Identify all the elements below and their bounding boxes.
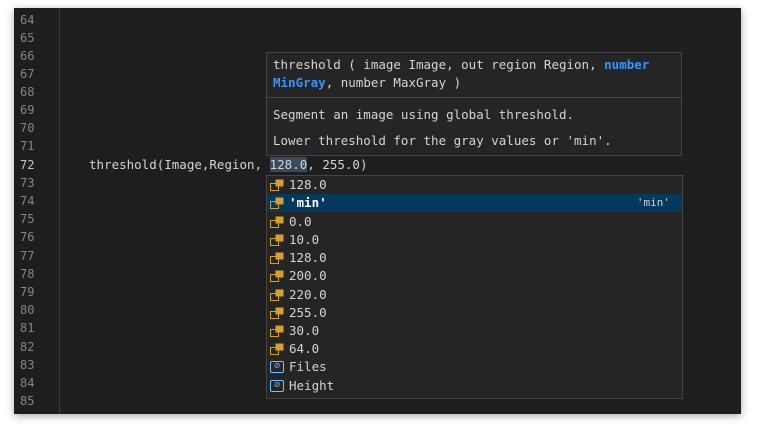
suggestion-label: 220.0 — [289, 287, 327, 302]
line-number: 85 — [20, 394, 35, 408]
line-number: 70 — [20, 121, 35, 135]
line-number: 68 — [20, 85, 35, 99]
line-number: 65 — [20, 31, 35, 45]
value-icon — [270, 179, 284, 191]
suggestion-label: 'min' — [289, 195, 327, 210]
value-icon — [270, 270, 284, 282]
value-icon — [270, 289, 284, 301]
line-number: 80 — [20, 303, 35, 317]
suggestion-item-selected[interactable]: 'min' 'min' — [267, 194, 682, 212]
code-editor[interactable]: 64 65 66 67 68 69 70 71 72 73 74 75 76 7… — [14, 8, 741, 414]
value-icon — [270, 343, 284, 355]
popup-divider — [267, 97, 681, 98]
variable-icon: ⊘ — [270, 380, 284, 392]
suggestion-label: 255.0 — [289, 305, 327, 320]
variable-icon: ⊘ — [270, 361, 284, 373]
suggestion-item[interactable]: 0.0 — [267, 213, 682, 231]
suggestion-item[interactable]: 64.0 — [267, 340, 682, 358]
line-number: 82 — [20, 340, 35, 354]
suggestion-label: 10.0 — [289, 232, 320, 247]
signature-help-popup: threshold ( image Image, out region Regi… — [266, 52, 682, 156]
doc-description: Segment an image using global threshold. — [273, 107, 575, 122]
value-icon — [270, 252, 284, 264]
line-number-gutter: 64 65 66 67 68 69 70 71 72 73 74 75 76 7… — [14, 8, 58, 414]
code-line-72[interactable]: threshold(Image,Region, 128.0, 255.0) — [89, 156, 367, 174]
suggestion-label: 128.0 — [289, 177, 327, 192]
line-number: 67 — [20, 67, 35, 81]
line-number: 77 — [20, 249, 35, 263]
line-number: 76 — [20, 230, 35, 244]
value-icon — [270, 234, 284, 246]
signature-suffix: , number MaxGray ) — [325, 75, 462, 90]
line-number: 73 — [20, 176, 35, 190]
signature: threshold ( image Image, out region Regi… — [273, 56, 673, 92]
suggestion-item[interactable]: 10.0 — [267, 231, 682, 249]
value-icon — [270, 197, 284, 209]
suggestion-label: Height — [289, 378, 335, 393]
line-number: 71 — [20, 139, 35, 153]
suggestion-label: 30.0 — [289, 323, 320, 338]
line-number: 81 — [20, 321, 35, 335]
value-icon — [270, 325, 284, 337]
line-number: 69 — [20, 103, 35, 117]
line-number: 66 — [20, 49, 35, 63]
gutter-divider — [59, 8, 60, 414]
suggestion-item[interactable]: 200.0 — [267, 267, 682, 285]
suggestion-item[interactable]: 220.0 — [267, 286, 682, 304]
doc-parameter-description: Lower threshold for the gray values or '… — [273, 133, 612, 148]
line-number: 64 — [20, 13, 35, 27]
code-text-before: threshold(Image,Region, — [89, 157, 270, 172]
value-icon — [270, 216, 284, 228]
selected-argument[interactable]: 128.0 — [269, 157, 308, 172]
line-number: 83 — [20, 358, 35, 372]
suggestion-item[interactable]: 30.0 — [267, 322, 682, 340]
line-number: 78 — [20, 267, 35, 281]
line-number: 84 — [20, 376, 35, 390]
suggestion-item[interactable]: 255.0 — [267, 304, 682, 322]
current-line-number: 72 — [20, 158, 35, 172]
value-icon — [270, 307, 284, 319]
suggestion-item[interactable]: 128.0 — [267, 176, 682, 194]
line-number: 74 — [20, 194, 35, 208]
suggestion-item[interactable]: ⊘ Height — [267, 377, 682, 395]
suggestion-list[interactable]: 128.0 'min' 'min' 0.0 10.0 128.0 200.0 2… — [266, 175, 683, 399]
suggestion-item[interactable]: 128.0 — [267, 249, 682, 267]
suggestion-label: 128.0 — [289, 250, 327, 265]
suggestion-label: 64.0 — [289, 341, 320, 356]
suggestion-label: 200.0 — [289, 268, 327, 283]
suggestion-label: Files — [289, 359, 327, 374]
suggestion-item[interactable]: ⊘ Files — [267, 358, 682, 376]
suggestion-label: 0.0 — [289, 214, 312, 229]
line-number: 79 — [20, 285, 35, 299]
code-text-after: , 255.0) — [307, 157, 368, 172]
line-number: 75 — [20, 212, 35, 226]
signature-prefix: threshold ( image Image, out region Regi… — [273, 57, 605, 72]
suggestion-detail: 'min' — [636, 196, 670, 209]
